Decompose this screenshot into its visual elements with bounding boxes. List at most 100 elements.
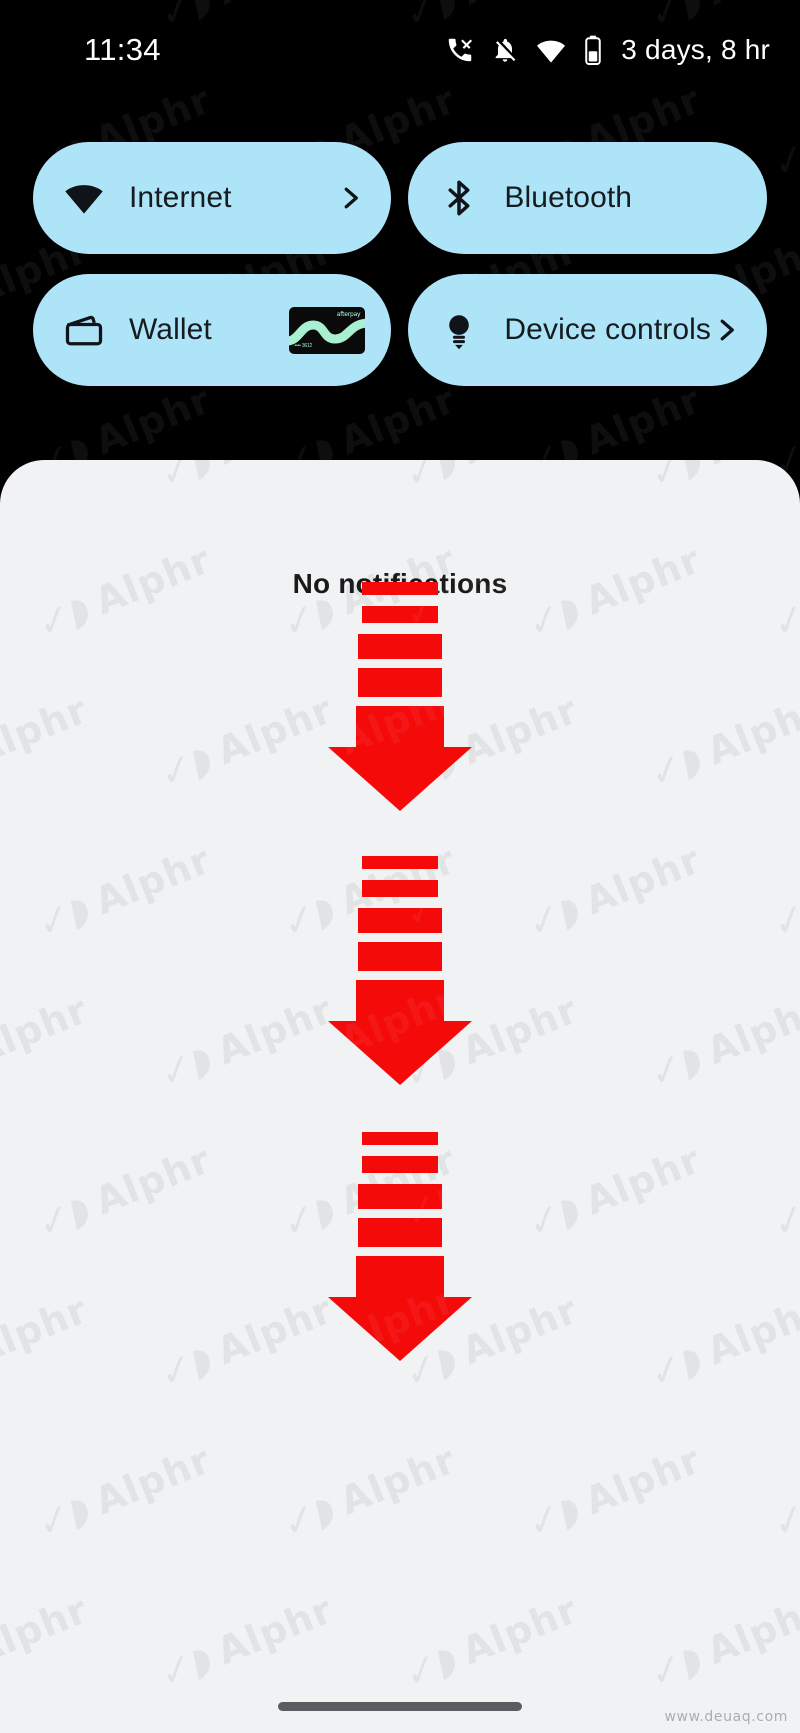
chevron-right-icon[interactable] <box>711 315 741 345</box>
alphr-logo-icon: ✓◗ <box>646 1334 707 1398</box>
wifi-icon <box>535 34 567 66</box>
watermark-text: ✓◗Alphr <box>398 1587 584 1698</box>
watermark-text: ✓◗Alphr <box>643 1587 800 1698</box>
site-watermark: www.deuaq.com <box>664 1709 788 1725</box>
watermark-text: ✓◗Alphr <box>0 1287 94 1396</box>
watermark-label: Alphr <box>211 460 339 473</box>
wifi-icon <box>61 175 107 221</box>
alphr-logo-icon: ✓◗ <box>646 734 707 798</box>
watermark-label: Alphr <box>700 687 800 774</box>
watermark-text: ✓◗Alphr <box>521 1437 707 1548</box>
wallet-card-number: •••• 3612 <box>294 342 313 349</box>
qs-tile-label: Internet <box>129 181 232 214</box>
watermark-label: Alphr <box>701 460 800 473</box>
watermark-label: Alphr <box>88 1137 217 1224</box>
watermark-label: Alphr <box>455 987 584 1074</box>
watermark-label: Alphr <box>455 1587 584 1674</box>
watermark-text: ✓◗Alphr <box>766 1437 800 1548</box>
watermark-text: ✓◗Alphr <box>643 460 800 498</box>
watermark-label: Alphr <box>210 1587 339 1674</box>
watermark-text: ✓◗Alphr <box>521 1137 707 1248</box>
watermark-text: ✓◗Alphr <box>153 987 339 1098</box>
qs-tile-label: Device controls <box>504 313 711 346</box>
watermark-text: ✓◗Alphr <box>153 460 339 498</box>
watermark-text: ✓◗Alphr <box>153 1287 339 1398</box>
watermark-label: Alphr <box>578 377 707 464</box>
watermark-label: Alphr <box>455 1287 584 1374</box>
watermark-label: Alphr <box>578 837 707 924</box>
alphr-logo-icon: ✓◗ <box>156 1334 217 1398</box>
watermark-label: Alphr <box>88 377 217 464</box>
alphr-logo-icon: ✓◗ <box>34 1484 94 1548</box>
watermark-text: ✓◗Alphr <box>276 1437 461 1548</box>
wallet-card-thumbnail[interactable]: afterpay •••• 3612 <box>289 306 366 354</box>
chevron-right-icon[interactable] <box>335 183 365 213</box>
lightbulb-icon <box>436 307 482 353</box>
battery-icon <box>583 35 603 65</box>
watermark-text: ✓◗Alphr <box>398 460 584 498</box>
alphr-logo-icon: ✓◗ <box>646 1034 707 1098</box>
qs-tile-device-controls[interactable]: Device controls <box>408 274 767 386</box>
battery-remaining-label: 3 days, 8 hr <box>621 34 770 65</box>
watermark-label: Alphr <box>0 1287 94 1374</box>
watermark-label: Alphr <box>210 987 339 1074</box>
watermark-label: Alphr <box>578 1437 707 1524</box>
qs-tile-wallet[interactable]: Wallet afterpay •••• 3612 <box>33 274 392 386</box>
alphr-logo-icon: ✓◗ <box>156 460 217 498</box>
qs-tile-label: Wallet <box>129 313 212 346</box>
watermark-text: ✓◗Alphr <box>0 687 94 796</box>
bluetooth-icon <box>436 175 482 221</box>
watermark-text: ✓◗Alphr <box>643 1287 800 1398</box>
alphr-logo-icon: ✓◗ <box>769 884 800 948</box>
watermark-text: ✓◗Alphr <box>31 1437 217 1548</box>
watermark-label: Alphr <box>333 377 462 464</box>
wallet-icon <box>61 307 107 353</box>
watermark-text: ✓◗Alphr <box>153 687 339 798</box>
alphr-logo-icon: ✓◗ <box>34 884 94 948</box>
qs-tile-label: Bluetooth <box>504 181 633 214</box>
watermark-label: Alphr <box>88 837 217 924</box>
down-arrow-annotation <box>326 1132 474 1362</box>
call-muted-icon <box>445 35 475 65</box>
watermark-label: Alphr <box>700 1287 800 1374</box>
qs-tile-bluetooth[interactable]: Bluetooth <box>408 142 767 254</box>
quick-settings-grid: Internet Bluetooth Wallet afterpay •••• … <box>0 142 800 386</box>
down-arrow-annotation <box>326 856 474 1086</box>
watermark-label: Alphr <box>0 687 94 774</box>
alphr-logo-icon: ✓◗ <box>646 1634 707 1698</box>
alphr-logo-icon: ✓◗ <box>646 460 707 498</box>
watermark-text: ✓◗Alphr <box>766 1137 800 1248</box>
alphr-logo-icon: ✓◗ <box>156 1034 217 1098</box>
watermark-label: Alphr <box>0 987 94 1074</box>
watermark-text: ✓◗Alphr <box>643 687 800 798</box>
watermark-text: ✓◗Alphr <box>31 837 217 948</box>
watermark-label: Alphr <box>700 987 800 1074</box>
watermark-text: ✓◗Alphr <box>0 1587 94 1696</box>
qs-tile-internet[interactable]: Internet <box>33 142 392 254</box>
watermark-label: Alphr <box>455 687 584 774</box>
watermark-text: ✓◗Alphr <box>31 1137 217 1248</box>
alphr-logo-icon: ✓◗ <box>769 1484 800 1548</box>
notifications-off-icon <box>491 36 519 64</box>
alphr-logo-icon: ✓◗ <box>156 1634 217 1698</box>
watermark-text: ✓◗Alphr <box>0 987 94 1096</box>
alphr-logo-icon: ✓◗ <box>34 1184 94 1248</box>
alphr-logo-icon: ✓◗ <box>524 1484 584 1548</box>
watermark-label: Alphr <box>210 1287 339 1374</box>
watermark-label: Alphr <box>0 460 94 473</box>
watermark-label: Alphr <box>0 1587 94 1674</box>
watermark-label: Alphr <box>88 1437 217 1524</box>
gesture-nav-pill[interactable] <box>278 1702 522 1711</box>
notification-shade: ✓◗Alphr✓◗Alphr✓◗Alphr✓◗Alphr✓◗Alphr✓◗Alp… <box>0 460 800 1733</box>
status-bar: 11:34 3 days, 8 hr <box>0 0 800 100</box>
watermark-text: ✓◗Alphr <box>521 837 707 948</box>
alphr-logo-icon: ✓◗ <box>524 1184 584 1248</box>
watermark-text: ✓◗Alphr <box>0 460 94 497</box>
watermark-label: Alphr <box>578 1137 707 1224</box>
alphr-logo-icon: ✓◗ <box>524 884 584 948</box>
watermark-text: ✓◗Alphr <box>643 987 800 1098</box>
down-arrow-annotation <box>326 582 474 812</box>
status-clock: 11:34 <box>84 32 161 67</box>
watermark-label: Alphr <box>700 1587 800 1674</box>
alphr-logo-icon: ✓◗ <box>769 1184 800 1248</box>
